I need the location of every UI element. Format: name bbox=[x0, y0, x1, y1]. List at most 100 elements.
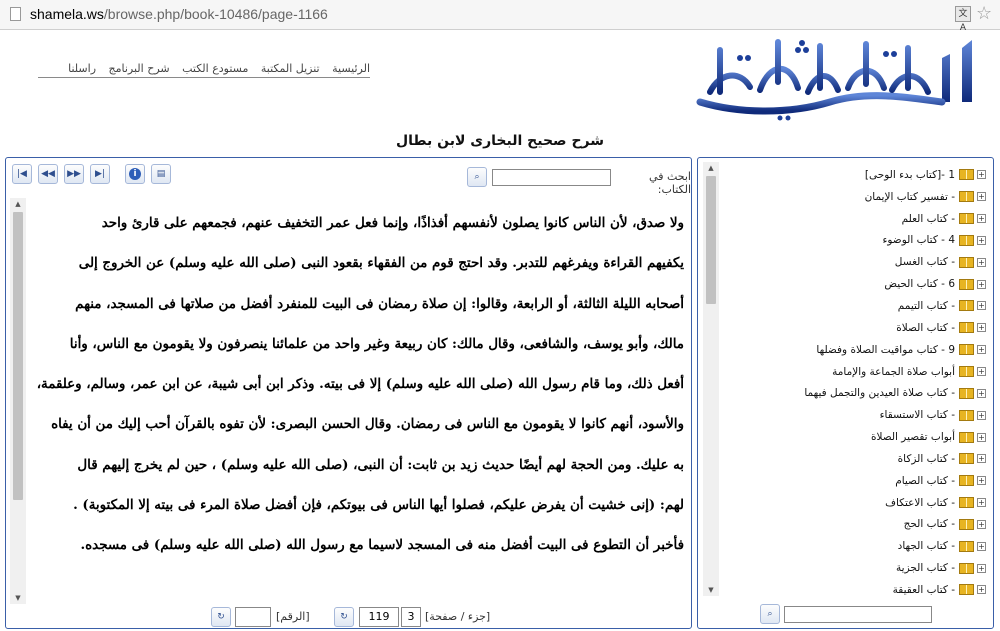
expand-icon[interactable]: + bbox=[977, 192, 986, 202]
expand-icon[interactable]: + bbox=[977, 345, 986, 355]
toc-item-label[interactable]: - كتاب العقيقة bbox=[893, 584, 955, 596]
toc-item-label[interactable]: 6 - كتاب الحيض bbox=[884, 278, 955, 290]
expand-icon[interactable]: + bbox=[977, 410, 986, 420]
expand-icon[interactable]: + bbox=[977, 498, 986, 508]
toc-scrollbar[interactable]: ▲ ▼ bbox=[703, 162, 719, 596]
toc-item[interactable]: + أبواب صلاة الجماعة والإمامة bbox=[718, 361, 986, 383]
toc-item-label[interactable]: أبواب تقصير الصلاة bbox=[871, 431, 955, 443]
browser-url-bar[interactable]: shamela.ws/browse.php/book-10486/page-11… bbox=[0, 0, 1000, 33]
number-input[interactable] bbox=[235, 607, 271, 627]
expand-icon[interactable]: + bbox=[977, 585, 986, 595]
toc-item[interactable]: + - كتاب الصيام bbox=[718, 470, 986, 492]
reader-panel: |◀ ◀◀ ▶▶ ▶| i ▤ ⌕ ابحث في الكتاب: ▲ ▼ ول… bbox=[5, 157, 692, 629]
page-input[interactable]: 119 bbox=[359, 607, 399, 627]
book-search-input[interactable] bbox=[492, 169, 611, 186]
toc-item[interactable]: +1 -[كتاب بدء الوحى] bbox=[718, 164, 986, 186]
expand-icon[interactable]: + bbox=[977, 454, 986, 464]
part-input[interactable]: 3 bbox=[401, 607, 421, 627]
toc-item-label[interactable]: - كتاب الغسل bbox=[895, 256, 955, 268]
go-number-button[interactable]: ↻ bbox=[211, 607, 231, 627]
book-search-button[interactable]: ⌕ bbox=[467, 167, 487, 187]
toc-item-label[interactable]: - كتاب الصيام bbox=[895, 475, 955, 487]
expand-icon[interactable]: + bbox=[977, 367, 986, 377]
expand-icon[interactable]: + bbox=[977, 257, 986, 267]
nav-download[interactable]: تنزيل المكتبة bbox=[261, 62, 320, 75]
expand-icon[interactable]: + bbox=[977, 235, 986, 245]
expand-icon[interactable]: + bbox=[977, 519, 986, 529]
expand-icon[interactable]: + bbox=[977, 541, 986, 551]
book-text: ولا صدق، لأن الناس كانوا يصلون لأنفسهم أ… bbox=[30, 200, 690, 606]
toc-item-label[interactable]: 9 - كتاب مواقيت الصلاة وفضلها bbox=[816, 344, 955, 356]
book-icon bbox=[959, 475, 974, 487]
print-button[interactable]: ▤ bbox=[151, 164, 171, 184]
toc-item-label[interactable]: - كتاب الحج bbox=[904, 518, 955, 530]
toc-item-label[interactable]: - كتاب التيمم bbox=[898, 300, 955, 312]
toc-item[interactable]: + - كتاب الحج bbox=[718, 514, 986, 536]
go-page-button[interactable]: ↻ bbox=[334, 607, 354, 627]
info-button[interactable]: i bbox=[125, 164, 145, 184]
toc-item-label[interactable]: - كتاب الاستسقاء bbox=[880, 409, 955, 421]
toc-item[interactable]: + - كتاب التيمم bbox=[718, 295, 986, 317]
nav-contact[interactable]: راسلنا bbox=[68, 62, 96, 75]
toc-item[interactable]: + - كتاب الاعتكاف bbox=[718, 492, 986, 514]
expand-icon[interactable]: + bbox=[977, 563, 986, 573]
book-icon bbox=[959, 409, 974, 421]
toc-scroll-thumb[interactable] bbox=[706, 176, 716, 304]
expand-icon[interactable]: + bbox=[977, 301, 986, 311]
toc-item[interactable]: + - كتاب العلم bbox=[718, 208, 986, 230]
toc-item-label[interactable]: 1 -[كتاب بدء الوحى] bbox=[865, 169, 955, 181]
toc-item-label[interactable]: - كتاب الصلاة bbox=[896, 322, 955, 334]
expand-icon[interactable]: + bbox=[977, 476, 986, 486]
toc-item[interactable]: + - كتاب الجزية bbox=[718, 557, 986, 579]
search-icon: ⌕ bbox=[767, 609, 773, 619]
toc-item-label[interactable]: - كتاب الجزية bbox=[896, 562, 955, 574]
toc-search-button[interactable]: ⌕ bbox=[760, 604, 780, 624]
last-page-button[interactable]: ▶| bbox=[90, 164, 110, 184]
toc-item-label[interactable]: - كتاب الزكاة bbox=[898, 453, 955, 465]
part-page-label: [جزء / صفحة] bbox=[425, 610, 491, 623]
expand-icon[interactable]: + bbox=[977, 323, 986, 333]
expand-icon[interactable]: + bbox=[977, 388, 986, 398]
toc-item-label[interactable]: - كتاب الجهاد bbox=[898, 540, 955, 552]
expand-icon[interactable]: + bbox=[977, 432, 986, 442]
expand-icon[interactable]: + bbox=[977, 170, 986, 180]
toc-item[interactable]: + - كتاب الزكاة bbox=[718, 448, 986, 470]
nav-help[interactable]: شرح البرنامج bbox=[109, 62, 170, 75]
reader-scrollbar[interactable]: ▲ ▼ bbox=[10, 198, 26, 604]
toc-item[interactable]: +4 - كتاب الوضوء bbox=[718, 230, 986, 252]
toc-item-label[interactable]: أبواب صلاة الجماعة والإمامة bbox=[832, 366, 955, 378]
toc-item[interactable]: + - كتاب الصلاة bbox=[718, 317, 986, 339]
nav-home[interactable]: الرئيسية bbox=[332, 62, 370, 75]
toc-item[interactable]: + - كتاب صلاة العيدين والتجمل فيهما bbox=[718, 382, 986, 404]
prev-page-button[interactable]: ◀◀ bbox=[38, 164, 58, 184]
translate-icon[interactable]: 文A bbox=[955, 6, 971, 33]
toc-item[interactable]: + - كتاب الغسل bbox=[718, 251, 986, 273]
expand-icon[interactable]: + bbox=[977, 214, 986, 224]
toc-item[interactable]: + - كتاب العقيقة bbox=[718, 579, 986, 596]
toc-item-label[interactable]: - كتاب العلم bbox=[902, 213, 955, 225]
toc-item-label[interactable]: - تفسير كتاب الإيمان bbox=[865, 191, 955, 203]
book-icon bbox=[959, 256, 974, 268]
toc-scroll-down-arrow[interactable]: ▼ bbox=[703, 584, 719, 596]
url-text[interactable]: shamela.ws/browse.php/book-10486/page-11… bbox=[30, 6, 328, 22]
toc-scroll-up-arrow[interactable]: ▲ bbox=[703, 162, 719, 174]
toc-search-input[interactable] bbox=[784, 606, 932, 623]
scroll-thumb[interactable] bbox=[13, 212, 23, 500]
nav-repository[interactable]: مستودع الكتب bbox=[182, 62, 248, 75]
toc-item-label[interactable]: - كتاب صلاة العيدين والتجمل فيهما bbox=[804, 387, 955, 399]
toc-item[interactable]: + أبواب تقصير الصلاة bbox=[718, 426, 986, 448]
shamela-logo[interactable] bbox=[680, 32, 980, 122]
toc-item-label[interactable]: - كتاب الاعتكاف bbox=[885, 497, 955, 509]
toc-item-label[interactable]: 4 - كتاب الوضوء bbox=[882, 234, 955, 246]
toc-item[interactable]: + - تفسير كتاب الإيمان bbox=[718, 186, 986, 208]
toc-item[interactable]: + - كتاب الجهاد bbox=[718, 535, 986, 557]
toc-item[interactable]: +6 - كتاب الحيض bbox=[718, 273, 986, 295]
first-page-button[interactable]: |◀ bbox=[12, 164, 32, 184]
star-icon[interactable]: ☆ bbox=[976, 3, 992, 24]
next-page-button[interactable]: ▶▶ bbox=[64, 164, 84, 184]
toc-item[interactable]: + - كتاب الاستسقاء bbox=[718, 404, 986, 426]
toc-item[interactable]: +9 - كتاب مواقيت الصلاة وفضلها bbox=[718, 339, 986, 361]
expand-icon[interactable]: + bbox=[977, 279, 986, 289]
scroll-down-arrow[interactable]: ▼ bbox=[10, 592, 26, 604]
scroll-up-arrow[interactable]: ▲ bbox=[10, 198, 26, 210]
